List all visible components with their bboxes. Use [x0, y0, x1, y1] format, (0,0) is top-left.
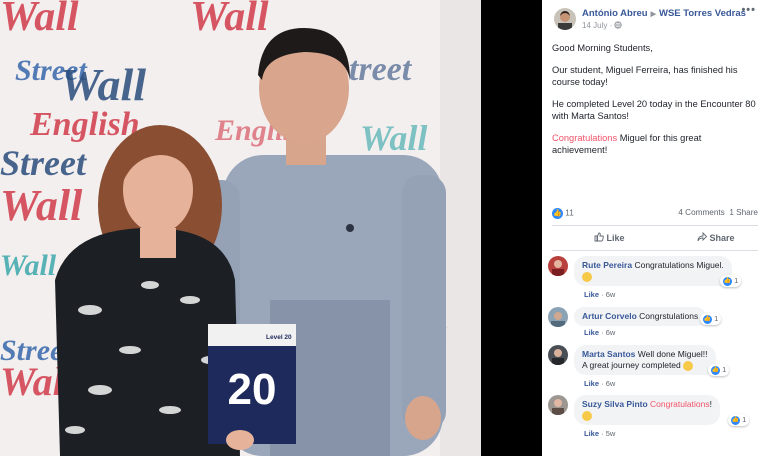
emoji-icon	[683, 360, 694, 371]
shares-count[interactable]: 1 Share	[729, 208, 758, 217]
post-body: Good Morning Students, Our student, Migu…	[542, 36, 768, 156]
post-photo[interactable]: Wall Wall Street Wall English Street Wal…	[0, 0, 481, 456]
avatar-image	[554, 8, 576, 30]
wall-text: Wall	[60, 59, 146, 110]
commenter-name[interactable]: Artur Corvelo	[582, 311, 637, 321]
comment-text: Congrstulations	[639, 311, 699, 321]
comment-text: Well done Miguel!!	[637, 349, 708, 359]
post-stats: 👍 11 4 Comments 1 Share	[552, 208, 758, 220]
commenter-name[interactable]: Marta Santos	[582, 349, 635, 359]
comment-meta: Like · 6w	[584, 379, 616, 388]
post-header: António Abreu ▶ WSE Torres Vedras 14 July …	[542, 0, 768, 36]
comment-like-link[interactable]: Like	[584, 429, 599, 438]
more-options-icon[interactable]: •••	[741, 4, 756, 16]
photo-illustration: Wall Wall Street Wall English Street Wal…	[0, 0, 481, 456]
comment-like-link[interactable]: Like	[584, 328, 599, 337]
comment-bubble: Suzy Silva Pinto Congratulations!	[574, 395, 720, 425]
post-date[interactable]: 14 July	[582, 21, 607, 30]
comments-count[interactable]: 4 Comments	[678, 208, 724, 217]
globe-icon: ·	[610, 21, 623, 30]
post-meta: 14 July ·	[582, 21, 623, 30]
arrow-right-icon: ▶	[650, 11, 656, 18]
share-button-label: Share	[709, 233, 735, 243]
post-paragraph-1: Our student, Miguel Ferreira, has finish…	[552, 65, 738, 87]
comment-bubble: Marta Santos Well done Miguel!! A great …	[574, 345, 716, 375]
card-level-label: Level 20	[266, 334, 292, 341]
author-avatar[interactable]	[554, 8, 576, 30]
like-reaction-icon: 👍	[723, 276, 732, 286]
level-card: Level 20 20	[208, 324, 296, 450]
comment-reactions[interactable]: 👍 1	[708, 364, 730, 376]
commenter-avatar[interactable]	[548, 345, 568, 365]
post-paragraph-2: He completed Level 20 today in the Encou…	[552, 99, 756, 121]
wall-text: Wall	[0, 249, 57, 282]
comment-highlight: Congratulations	[650, 399, 710, 409]
comment-meta: Like · 6w	[584, 290, 616, 299]
comment-reaction-count: 1	[734, 276, 739, 285]
commenter-name[interactable]: Rute Pereira	[582, 260, 632, 270]
comment-bubble: Artur Corvelo Congrstulations	[574, 307, 707, 326]
like-button[interactable]: Like	[594, 232, 625, 243]
like-reaction-icon: 👍	[731, 415, 740, 425]
comment-reaction-count: 1	[722, 365, 727, 374]
commenter-avatar[interactable]	[548, 307, 568, 327]
comment-age[interactable]: 5w	[606, 429, 616, 438]
page-name[interactable]: WSE Torres Vedras	[659, 8, 746, 19]
comment-reactions[interactable]: 👍 1	[700, 313, 722, 325]
wall-text: Street	[0, 143, 87, 183]
thumbs-up-icon	[594, 232, 604, 243]
comment-reaction-count: 1	[714, 314, 719, 323]
highlight-text: Congratulations	[552, 133, 618, 143]
comment-text: !	[709, 399, 712, 409]
comment-like-link[interactable]: Like	[584, 290, 599, 299]
stats-right: 4 Comments 1 Share	[678, 208, 758, 217]
comment-reaction-count: 1	[742, 415, 747, 424]
commenter-avatar[interactable]	[548, 395, 568, 415]
commenter-avatar[interactable]	[548, 256, 568, 276]
share-icon	[697, 231, 708, 243]
wall-text: Wall	[0, 0, 79, 40]
like-button-label: Like	[606, 233, 625, 243]
comment-text-line-2: A great journey completed	[582, 360, 681, 370]
comment-like-link[interactable]: Like	[584, 379, 599, 388]
wall-text: Wall	[190, 0, 269, 40]
post-actions: Like Share	[552, 225, 758, 251]
comment-bubble: Rute Pereira Congratulations Miguel.	[574, 256, 732, 286]
comment-meta: Like · 5w	[584, 429, 616, 438]
wall-text: English	[29, 106, 140, 143]
share-button[interactable]: Share	[697, 231, 735, 243]
comment-meta: Like · 6w	[584, 328, 616, 337]
smile-emoji-icon	[582, 410, 592, 421]
comment-age[interactable]: 6w	[606, 379, 616, 388]
comment-reactions[interactable]: 👍 1	[728, 414, 750, 426]
post-paragraph-3: Congratulations Miguel for this great ac…	[552, 132, 758, 156]
card-number: 20	[228, 365, 277, 414]
smile-emoji-icon	[582, 271, 592, 282]
post-greeting: Good Morning Students,	[552, 43, 653, 53]
commenter-name[interactable]: Suzy Silva Pinto	[582, 399, 648, 409]
post-sidebar: António Abreu ▶ WSE Torres Vedras 14 July …	[542, 0, 768, 456]
like-reaction-icon: 👍	[703, 314, 712, 324]
wall-text: Wall	[0, 181, 83, 230]
like-reaction-icon: 👍	[552, 208, 563, 219]
comment-text: Congratulations Miguel.	[634, 260, 724, 270]
like-reaction-icon: 👍	[711, 365, 720, 375]
author-name[interactable]: António Abreu	[582, 8, 648, 19]
comment-reactions[interactable]: 👍 1	[720, 275, 742, 287]
author-line: António Abreu ▶ WSE Torres Vedras	[582, 8, 746, 19]
comment-age[interactable]: 6w	[606, 290, 616, 299]
comment-age[interactable]: 6w	[606, 328, 616, 337]
like-count[interactable]: 11	[565, 209, 574, 218]
photo-viewer: Wall Wall Street Wall English Street Wal…	[0, 0, 542, 456]
wall-text: Wall	[360, 118, 427, 158]
